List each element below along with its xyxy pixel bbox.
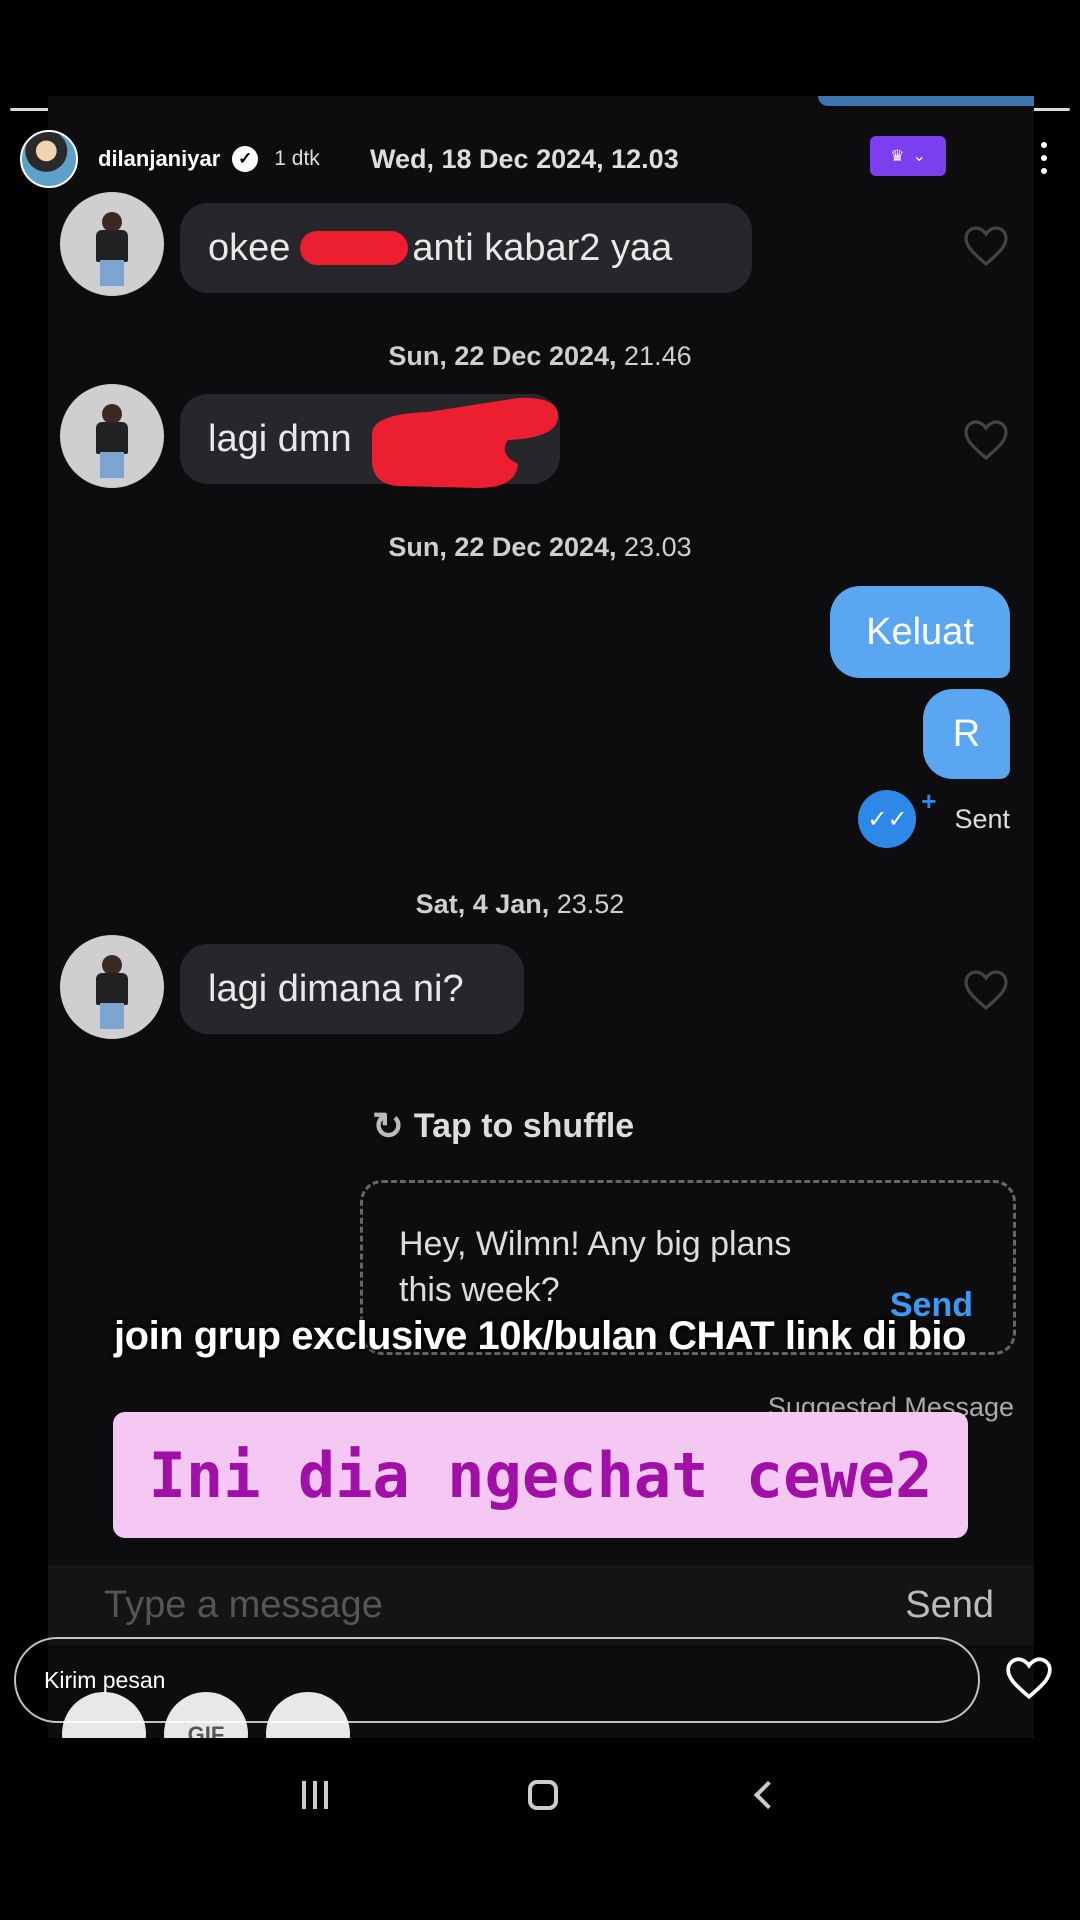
date-stamp: Sun, 22 Dec 2024, 23.03 xyxy=(388,532,692,562)
message-text: lagi dmn xyxy=(208,417,352,460)
chevron-down-icon: ⌄ xyxy=(912,148,926,165)
story-username[interactable]: dilanjaniyar xyxy=(98,146,220,172)
story-caption: join grup exclusive 10k/bulan CHAT link … xyxy=(114,1314,966,1358)
screenshot-top-edge xyxy=(818,96,1034,106)
date-stamp: Sat, 4 Jan, 23.52 xyxy=(415,889,625,919)
contact-avatar[interactable] xyxy=(60,935,164,1039)
redaction-mark xyxy=(371,397,559,488)
story-avatar[interactable] xyxy=(20,130,78,188)
heart-icon[interactable] xyxy=(962,968,1010,1012)
home-icon[interactable] xyxy=(528,1780,558,1810)
refresh-icon: ↻ xyxy=(372,1106,404,1148)
verified-badge-icon: ✓ xyxy=(232,146,259,172)
story-reply-input[interactable]: Kirim pesan xyxy=(14,1637,980,1723)
story-sticker: Ini dia ngechat cewe2 xyxy=(113,1412,968,1538)
sent-status: ✓✓ + Sent xyxy=(858,786,1010,848)
chat-composer: Type a message Send xyxy=(48,1565,1034,1645)
incoming-message: lagi dimana ni? xyxy=(180,944,524,1034)
heart-icon[interactable] xyxy=(962,418,1010,462)
reply-placeholder: Kirim pesan xyxy=(44,1666,166,1693)
incoming-message: okee anti kabar2 yaa xyxy=(180,203,752,293)
plus-icon: + xyxy=(921,786,937,816)
read-receipt-icon: ✓✓ + xyxy=(858,786,936,848)
redaction-mark xyxy=(300,231,409,265)
message-input: Type a message xyxy=(104,1583,383,1626)
crown-icon: ♛ xyxy=(890,148,905,165)
system-navigation-bar xyxy=(0,1760,1080,1830)
contact-avatar[interactable] xyxy=(60,384,164,488)
suggested-text: Hey, Wilmn! Any big plans xyxy=(399,1225,792,1263)
chat-date-stamp: Wed, 18 Dec 2024, 12.03 xyxy=(370,144,679,174)
tap-to-shuffle-button[interactable]: ↻ Tap to shuffle xyxy=(372,1104,634,1149)
outgoing-message: R xyxy=(923,689,1010,779)
story-time-ago: 1 dtk xyxy=(274,147,320,170)
message-text: anti kabar2 yaa xyxy=(412,226,673,269)
like-heart-icon[interactable] xyxy=(1004,1655,1054,1701)
contact-avatar[interactable] xyxy=(60,192,164,296)
premium-crown-button[interactable]: ♛ ⌄ xyxy=(870,136,946,176)
message-text: okee xyxy=(208,226,291,269)
heart-icon[interactable] xyxy=(962,224,1010,268)
sent-label: Sent xyxy=(954,803,1010,834)
recent-apps-icon[interactable] xyxy=(302,1781,328,1809)
outgoing-message: Keluat xyxy=(830,586,1010,678)
message-text: lagi dimana ni? xyxy=(208,967,464,1010)
story-header: dilanjaniyar ✓ 1 dtk Wed, 18 Dec 2024, 1… xyxy=(20,128,1060,190)
date-stamp: Sun, 22 Dec 2024, 21.46 xyxy=(388,341,692,371)
send-button: Send xyxy=(905,1583,994,1626)
shuffle-label: Tap to shuffle xyxy=(413,1107,635,1145)
more-options-icon[interactable] xyxy=(1032,136,1056,180)
back-icon[interactable] xyxy=(753,1780,783,1810)
